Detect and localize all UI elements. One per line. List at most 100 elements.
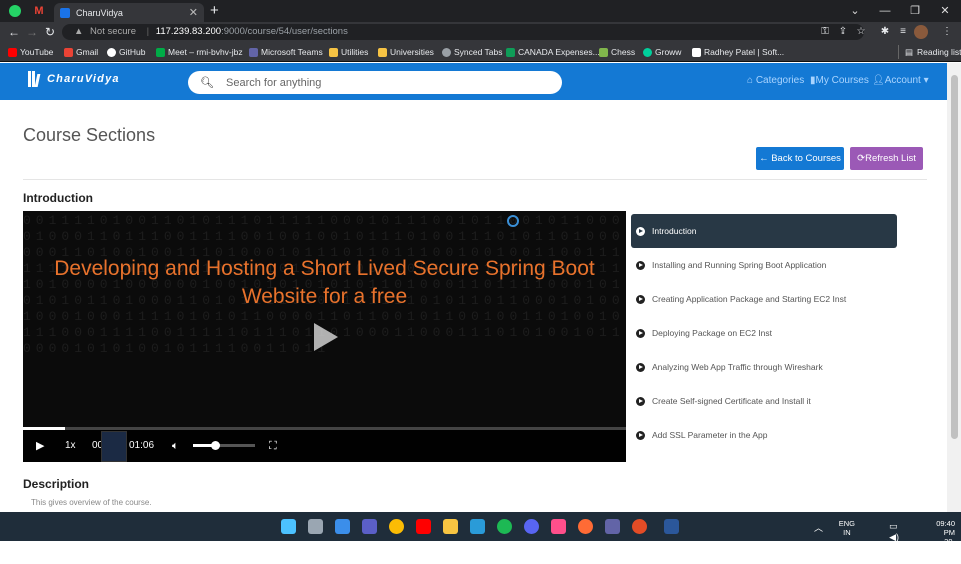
clock-date: 29-12-2021 [938, 537, 955, 564]
browser-tab-active[interactable]: CharuVidya ✕ [54, 3, 204, 22]
section-item[interactable]: Deploying Package on EC2 Inst [631, 316, 897, 350]
bookmark-groww[interactable]: Groww [643, 45, 681, 59]
teams-icon[interactable] [605, 519, 620, 534]
tray-chevron-up-icon[interactable]: ︿ [814, 521, 823, 534]
tab-search-icon[interactable]: ⌄ [840, 0, 870, 22]
key-icon[interactable]: ⚿ [818, 25, 832, 39]
volume-knob[interactable] [210, 441, 220, 450]
browser-menu-icon[interactable]: ⋮ [940, 25, 954, 39]
brand-name: CharuVidya [47, 73, 120, 85]
description-text: This gives overview of the course. [31, 498, 152, 507]
windows-start-icon[interactable] [281, 519, 296, 534]
fullscreen-icon[interactable]: ⛶ [269, 430, 277, 462]
address-bar[interactable]: ▲ Not secure | 117.239.83.200:9000/cours… [62, 24, 864, 40]
youtube-app-icon[interactable] [416, 519, 431, 534]
video-player[interactable]: 0011110100110101110111110001011100101100… [23, 211, 626, 462]
bookmark-folder-utilities[interactable]: Utilities [329, 45, 368, 59]
widgets-icon[interactable] [335, 519, 350, 534]
back-arrow-icon[interactable]: ← [8, 24, 20, 40]
volume-icon[interactable]: 🔈︎ [172, 430, 179, 462]
minimize-button[interactable]: — [870, 0, 900, 22]
reading-list-button[interactable]: ▤ Reading list [898, 45, 961, 59]
refresh-list-button[interactable]: ⟳Refresh List [850, 147, 923, 170]
reading-mode-icon[interactable]: ≡ [896, 25, 910, 39]
section-item[interactable]: Creating Application Package and Startin… [631, 282, 897, 316]
bookmark-label: Utilities [341, 47, 369, 57]
reading-list-label: Reading list [917, 47, 961, 57]
extensions-icon[interactable]: ✱ [878, 25, 892, 39]
play-circle-icon [636, 362, 645, 372]
bookmark-synced-tabs[interactable]: Synced Tabs [442, 45, 503, 59]
clock[interactable]: 09:40 PM 29-12-2021 [936, 519, 955, 564]
section-item[interactable]: Create Self-signed Certificate and Insta… [631, 384, 897, 418]
bookmark-star-icon[interactable]: ☆ [854, 25, 868, 39]
whatsapp-pinned-tab[interactable] [4, 2, 26, 20]
nav-categories[interactable]: ⌂ Categories [747, 75, 804, 86]
spotify-icon[interactable] [497, 519, 512, 534]
bookmark-youtube[interactable]: YouTube [8, 45, 53, 59]
reload-icon[interactable]: ↻ [45, 24, 55, 40]
section-item[interactable]: Add SSL Parameter in the App [631, 418, 897, 452]
file-explorer-icon[interactable] [443, 519, 458, 534]
volume-slider[interactable] [193, 441, 255, 450]
section-item[interactable]: Analyzing Web App Traffic through Wiresh… [631, 350, 897, 384]
bookmark-chess[interactable]: Chess [599, 45, 635, 59]
play-circle-icon [636, 430, 645, 440]
language-indicator[interactable]: ENG IN [839, 519, 855, 537]
github-icon [107, 47, 116, 57]
back-to-courses-button[interactable]: ← Back to Courses [756, 147, 844, 170]
bookmark-folder-universities[interactable]: Universities [378, 45, 434, 59]
language-code: ENG [838, 519, 855, 528]
page-scrollbar-thumb[interactable] [951, 75, 958, 439]
section-item-label: Creating Application Package and Startin… [652, 294, 847, 304]
gmail-icon [64, 47, 73, 57]
history-icon [442, 47, 451, 57]
bookmark-canada-expenses[interactable]: CANADA Expenses... [506, 45, 600, 59]
jetbrains-icon[interactable] [551, 519, 566, 534]
gmail-pinned-tab[interactable]: M [28, 2, 50, 20]
postman-icon[interactable] [578, 519, 593, 534]
close-window-button[interactable]: ✕ [930, 0, 960, 22]
profile-avatar[interactable] [914, 25, 928, 39]
word-icon[interactable] [664, 519, 679, 534]
brand-logo[interactable]: CharuVidya [28, 71, 120, 87]
site-favicon-icon [60, 7, 70, 18]
big-play-icon[interactable] [314, 323, 338, 351]
section-item[interactable]: Installing and Running Spring Boot Appli… [631, 248, 897, 282]
channel-logo-icon [507, 215, 519, 227]
search-box[interactable]: 🔍︎ [188, 71, 562, 94]
search-input[interactable] [226, 76, 546, 89]
app-navbar: CharuVidya 🔍︎ ⌂ Categories ▮My Courses 👤… [0, 63, 947, 100]
network-volume-battery-icon[interactable]: ▭ ◀) ▬ [889, 521, 899, 553]
bookmark-label: GitHub [119, 47, 146, 57]
new-tab-button[interactable]: + [210, 2, 219, 20]
whatsapp-icon [9, 5, 21, 17]
forward-arrow-icon[interactable]: → [26, 24, 38, 40]
bookmark-label: Synced Tabs [454, 47, 503, 57]
nav-account[interactable]: 👤︎Account ▾ [872, 75, 929, 86]
playback-speed[interactable]: 1x [65, 430, 76, 462]
nav-my-courses[interactable]: ▮My Courses [810, 75, 869, 86]
bookmark-radhey-patel[interactable]: Radhey Patel | Soft... [692, 45, 784, 59]
video-overlay-title: Developing and Hosting a Short Lived Sec… [54, 257, 595, 308]
share-icon[interactable]: ⇪ [836, 25, 850, 39]
section-item[interactable]: Introduction [631, 214, 897, 248]
bookmark-gmail[interactable]: Gmail [64, 45, 98, 59]
obs-icon[interactable] [632, 519, 647, 534]
close-tab-icon[interactable]: ✕ [189, 6, 198, 19]
bookmark-meet[interactable]: Meet – rmi-bvhv-jbz [156, 45, 243, 59]
play-icon[interactable]: ▶ [36, 430, 44, 462]
bookmark-teams[interactable]: Microsoft Teams [249, 45, 323, 59]
current-section-title: Introduction [23, 191, 93, 205]
bookmark-label: CANADA Expenses... [518, 47, 600, 57]
search-taskbar-icon[interactable] [308, 519, 323, 534]
teams-chat-icon[interactable] [362, 519, 377, 534]
mail-icon[interactable] [470, 519, 485, 534]
play-circle-icon [636, 226, 645, 236]
bookmark-label: Meet – rmi-bvhv-jbz [168, 47, 243, 57]
bookmark-github[interactable]: GitHub [107, 45, 145, 59]
maximize-button[interactable]: ❐ [900, 0, 930, 22]
chrome-icon[interactable] [389, 519, 404, 534]
discord-icon[interactable] [524, 519, 539, 534]
gmail-icon: M [34, 5, 44, 17]
